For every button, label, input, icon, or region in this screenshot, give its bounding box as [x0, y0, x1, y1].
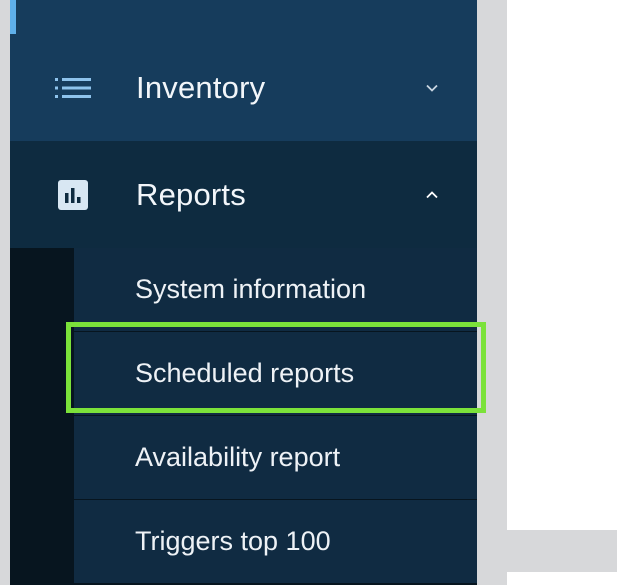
sidebar: Inventory Reports System information Sch…: [10, 0, 486, 585]
list-icon: [48, 63, 98, 113]
highlight-box: [66, 322, 486, 413]
sidebar-previous-item[interactable]: [10, 0, 477, 34]
submenu-item-availability-report[interactable]: Availability report: [74, 416, 477, 499]
active-indicator: [10, 0, 16, 34]
sidebar-item-inventory[interactable]: Inventory: [10, 34, 477, 141]
submenu-item-label: System information: [135, 274, 367, 304]
main-content-panel: [507, 0, 617, 530]
chevron-down-icon: [423, 79, 441, 97]
sidebar-item-label: Inventory: [136, 69, 266, 105]
submenu-item-triggers-top-100[interactable]: Triggers top 100: [74, 500, 477, 583]
submenu-item-label: Triggers top 100: [135, 526, 331, 556]
sidebar-item-reports[interactable]: Reports: [10, 141, 477, 248]
main-content-panel-lower: [507, 572, 617, 585]
chevron-up-icon: [423, 186, 441, 204]
bar-chart-icon: [48, 170, 98, 220]
sidebar-item-label: Reports: [136, 176, 246, 212]
submenu-item-label: Availability report: [135, 442, 341, 472]
submenu-item-system-information[interactable]: System information: [74, 248, 477, 331]
reports-submenu: System information Scheduled reports Ava…: [10, 248, 486, 585]
